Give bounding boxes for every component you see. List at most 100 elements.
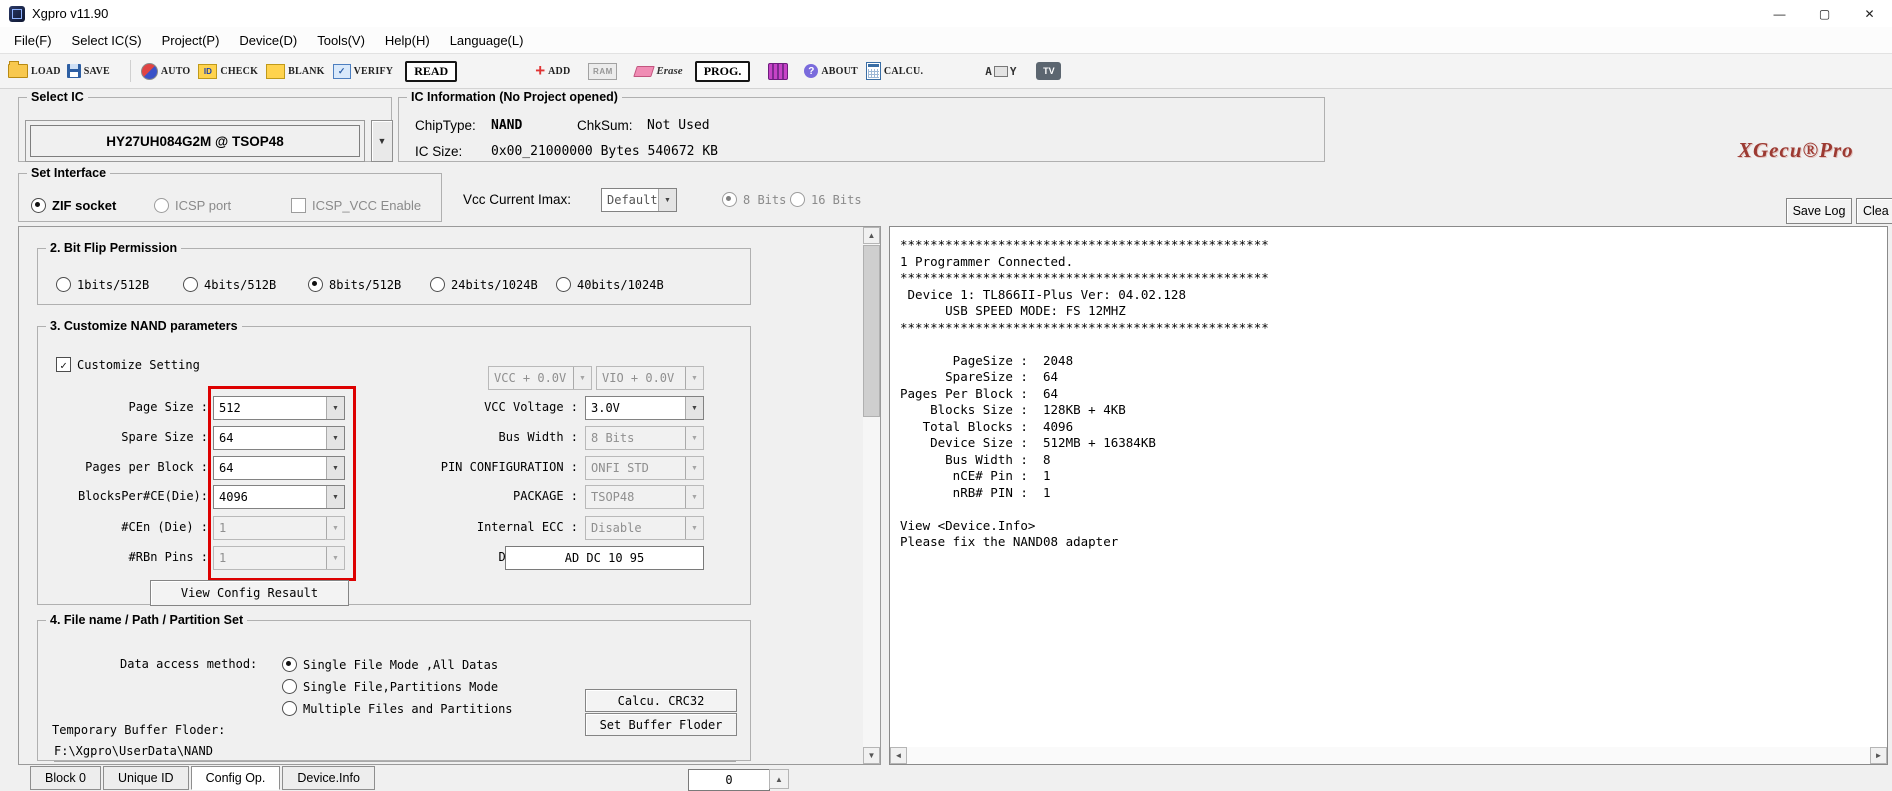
device-id-field[interactable]: AD DC 10 95 <box>505 546 704 570</box>
load-button[interactable]: LOAD <box>8 61 61 78</box>
menu-item-project[interactable]: Project(P) <box>152 29 230 52</box>
about-label: ABOUT <box>821 65 858 77</box>
bus-width-combobox[interactable]: 8 Bits ▼ <box>585 426 704 450</box>
scroll-up-button[interactable]: ▲ <box>863 227 880 244</box>
bits8-radio[interactable]: 8 Bits <box>722 192 786 207</box>
menu-item-file[interactable]: File(F) <box>4 29 62 52</box>
multiple-files-radio[interactable]: Multiple Files and Partitions <box>282 701 513 716</box>
select-ic-group: Select IC HY27UH084G2M @ TSOP48 ▼ <box>18 90 393 162</box>
vcc-voltage-combobox[interactable]: 3.0V ▼ <box>585 396 704 420</box>
clear-button[interactable]: Clea <box>1856 198 1892 224</box>
rbn-pins-combobox[interactable]: 1 ▼ <box>213 546 345 570</box>
page-spinner-value[interactable]: 0 <box>688 769 770 791</box>
single-file-partitions-radio[interactable]: Single File,Partitions Mode <box>282 679 498 694</box>
scroll-thumb[interactable] <box>863 245 880 417</box>
bitflip-40bits-radio[interactable]: 40bits/1024B <box>556 277 664 292</box>
ic-info-legend: IC Information (No Project opened) <box>411 90 618 104</box>
calcu-button[interactable]: CALCU. <box>865 62 923 80</box>
verify-button[interactable]: ✓ VERIFY <box>332 63 394 79</box>
config-vscrollbar[interactable]: ▲ ▼ <box>863 227 880 764</box>
package-combobox[interactable]: TSOP48 ▼ <box>585 485 704 509</box>
chip-type-label: ChipType: <box>415 118 476 133</box>
blank-check-button[interactable]: BLANK <box>266 63 325 79</box>
calculator-icon <box>865 62 881 80</box>
blank-check-icon <box>266 63 286 79</box>
tv-mode-button[interactable]: TV <box>1036 62 1062 80</box>
close-button[interactable]: ✕ <box>1847 0 1892 27</box>
plus-icon: + <box>535 61 546 80</box>
cen-die-value: 1 <box>219 521 227 535</box>
bitflip-8bits-radio[interactable]: 8bits/512B <box>308 277 401 292</box>
set-buffer-folder-button[interactable]: Set Buffer Floder <box>585 713 737 736</box>
bitflip-option-label: 8bits/512B <box>329 277 402 292</box>
customize-setting-checkbox[interactable]: Customize Setting <box>56 357 200 372</box>
bitflip-4bits-radio[interactable]: 4bits/512B <box>183 277 276 292</box>
save-log-button[interactable]: Save Log <box>1786 198 1852 224</box>
window-title: Xgpro v11.90 <box>32 6 109 21</box>
bus-width-label: Bus Width : <box>498 430 578 444</box>
file-partition-group: 4. File name / Path / Partition Set Data… <box>37 613 751 762</box>
vcc-offset-combobox[interactable]: VCC + 0.0V ▼ <box>488 366 592 390</box>
log-scroll-left-button[interactable]: ◄ <box>890 747 907 764</box>
vio-offset-combobox[interactable]: VIO + 0.0V ▼ <box>596 366 704 390</box>
auto-button[interactable]: AUTO <box>140 62 191 80</box>
tab-config-op[interactable]: Config Op. <box>190 766 281 790</box>
bitflip-1bits-radio[interactable]: 1bits/512B <box>56 277 149 292</box>
vcc-imax-combobox[interactable]: Default ▼ <box>601 188 677 212</box>
about-button[interactable]: ? ABOUT <box>804 64 858 78</box>
auto-icon <box>140 62 158 80</box>
zif-socket-radio[interactable]: ZIF socket <box>31 198 116 213</box>
log-scroll-right-button[interactable]: ► <box>1870 747 1887 764</box>
chevron-down-icon: ▼ <box>685 486 703 508</box>
prog-button[interactable]: PROG. <box>694 60 751 82</box>
add-button[interactable]: + ADD <box>535 61 571 80</box>
bus-width-value: 8 Bits <box>591 431 635 445</box>
zif-socket-label: ZIF socket <box>52 198 117 213</box>
page-size-combobox[interactable]: 512 ▼ <box>213 396 345 420</box>
bitflip-24bits-radio[interactable]: 24bits/1024B <box>430 277 538 292</box>
menu-bar: File(F) Select IC(S) Project(P) Device(D… <box>0 27 1892 53</box>
pin-detect-button[interactable]: A Y <box>985 65 1016 78</box>
icsp-port-radio[interactable]: ICSP port <box>154 198 231 213</box>
ic-combobox[interactable]: HY27UH084G2M @ TSOP48 <box>25 120 365 162</box>
pages-per-block-combobox[interactable]: 64 ▼ <box>213 456 345 480</box>
add-label: ADD <box>548 65 571 77</box>
blocks-per-ce-combobox[interactable]: 4096 ▼ <box>213 485 345 509</box>
ic-combobox-dropdown-button[interactable]: ▼ <box>371 120 393 162</box>
maximize-button[interactable]: ▢ <box>1802 0 1847 27</box>
vio-offset-value: VIO + 0.0V <box>602 371 675 385</box>
internal-ecc-combobox[interactable]: Disable ▼ <box>585 516 704 540</box>
menu-item-device[interactable]: Device(D) <box>229 29 307 52</box>
save-button[interactable]: SAVE <box>66 64 110 78</box>
bits16-radio[interactable]: 16 Bits <box>790 192 862 207</box>
menu-item-help[interactable]: Help(H) <box>375 29 440 52</box>
check-id-button[interactable]: ID CHECK <box>198 63 258 79</box>
tab-device-info[interactable]: Device.Info <box>282 766 375 790</box>
ic-info-group: IC Information (No Project opened) ChipT… <box>398 90 1325 162</box>
ram-button[interactable]: RAM <box>588 62 618 80</box>
menu-item-language[interactable]: Language(L) <box>440 29 534 52</box>
view-config-result-button[interactable]: View Config Resault <box>150 580 349 606</box>
page-spinner-up-button[interactable]: ▲ <box>769 769 789 789</box>
cen-die-combobox[interactable]: 1 ▼ <box>213 516 345 540</box>
menu-item-tools[interactable]: Tools(V) <box>307 29 375 52</box>
erase-button[interactable]: Erase <box>633 65 683 77</box>
tab-unique-id[interactable]: Unique ID <box>103 766 189 790</box>
icsp-vcc-checkbox[interactable]: ICSP_VCC Enable <box>291 198 421 213</box>
scroll-down-button[interactable]: ▼ <box>863 747 880 764</box>
vcc-offset-value: VCC + 0.0V <box>494 371 567 385</box>
temp-buffer-path-field[interactable]: F:\Xgpro\UserData\NAND <box>54 741 736 762</box>
calc-crc32-button[interactable]: Calcu. CRC32 <box>585 689 737 712</box>
single-file-mode-radio[interactable]: Single File Mode ,All Datas <box>282 657 498 672</box>
ic-test-button[interactable] <box>768 62 789 80</box>
read-button[interactable]: READ <box>405 60 458 82</box>
pin-configuration-combobox[interactable]: ONFI STD ▼ <box>585 456 704 480</box>
chevron-down-icon: ▼ <box>326 486 344 508</box>
chevron-down-icon: ▼ <box>658 189 676 211</box>
config-panel: 2. Bit Flip Permission 1bits/512B 4bits/… <box>18 226 881 765</box>
minimize-button[interactable]: — <box>1757 0 1802 27</box>
log-hscrollbar[interactable]: ◄ ► <box>890 747 1887 764</box>
menu-item-select-ic[interactable]: Select IC(S) <box>62 29 152 52</box>
spare-size-combobox[interactable]: 64 ▼ <box>213 426 345 450</box>
tab-block0[interactable]: Block 0 <box>30 766 101 790</box>
